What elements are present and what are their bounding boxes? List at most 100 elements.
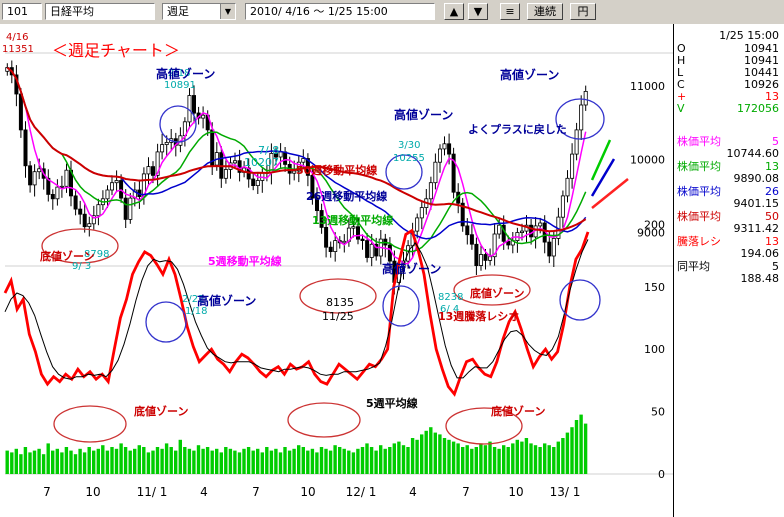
candle-body <box>551 237 556 257</box>
volume-bar <box>251 450 255 474</box>
volume-bar <box>374 450 378 474</box>
volume-bar <box>101 445 105 474</box>
volume-bar <box>123 447 128 474</box>
candle-body <box>32 171 37 186</box>
note-feb-value: 10891 <box>164 80 196 91</box>
candle-body <box>574 129 579 155</box>
candle-body <box>369 243 374 258</box>
volume-bar <box>60 452 64 474</box>
yen-button[interactable]: 円 <box>570 3 596 20</box>
high-zone-label-5: 高値ゾーン <box>382 261 441 276</box>
volume-bar <box>41 454 46 474</box>
info-ohlc-5-label: V <box>677 102 685 115</box>
candle-body <box>474 243 479 267</box>
candle-body <box>278 151 283 158</box>
note-mar-value: 10255 <box>393 153 425 164</box>
volume-bar <box>242 448 246 474</box>
candle-body <box>87 223 92 227</box>
volume-bar <box>579 414 583 474</box>
volume-bar <box>351 452 356 474</box>
volume-bar <box>379 445 383 474</box>
ma5-label: 5週移動平均線 <box>208 254 282 268</box>
volume-bar <box>401 445 406 474</box>
candle-body <box>64 169 69 187</box>
symbol-name-field[interactable]: 日経平均 <box>45 3 155 20</box>
candle-body <box>583 91 588 106</box>
info-indicator-5-label: 同平均 <box>677 260 710 273</box>
volume-bar <box>529 443 533 474</box>
candle-body <box>360 238 365 242</box>
x-tick-label: 11/ 1 <box>137 485 168 499</box>
note-mar-date: 3/30 <box>398 140 420 151</box>
volume-bar <box>406 447 410 474</box>
ratio-tick-label: 50 <box>651 406 665 419</box>
candle-body <box>164 142 169 146</box>
volume-bar <box>187 448 192 474</box>
ma13-label: 13週移動平均線 <box>312 213 393 227</box>
volume-bar <box>228 448 233 474</box>
scroll-up-button[interactable]: ▲ <box>444 3 464 20</box>
volume-bar <box>28 452 32 474</box>
info-indicator-value-1: 9890.08 <box>677 173 783 185</box>
volume-bar <box>269 450 274 474</box>
volume-bar <box>328 450 333 474</box>
scroll-down-button[interactable]: ▼ <box>468 3 488 20</box>
info-indicator-value-2-value: 9401.15 <box>733 197 780 210</box>
volume-bar <box>461 447 465 474</box>
candle-body <box>191 95 196 114</box>
volume-bar <box>420 434 424 474</box>
volume-bar <box>360 447 365 474</box>
volume-bar <box>552 447 556 474</box>
volume-bar <box>369 447 374 474</box>
volume-bar <box>155 447 160 474</box>
volume-bar <box>502 445 506 474</box>
volume-bar <box>160 448 164 474</box>
chart-title: ＜週足チャート＞ <box>52 41 180 60</box>
volume-bar <box>470 448 474 474</box>
candle-body <box>301 158 306 163</box>
volume-bar <box>297 445 301 474</box>
info-indicator-value-3-value: 9311.42 <box>733 222 780 235</box>
note-jun-value: 8238 <box>438 292 463 303</box>
volume-bar <box>19 454 23 474</box>
ratio-tick-label: 0 <box>658 468 665 481</box>
continuous-button[interactable]: 連続 <box>527 3 563 20</box>
volume-bar <box>333 445 337 474</box>
volume-bar <box>574 420 579 474</box>
info-indicator-value-1-value: 9890.08 <box>733 172 780 185</box>
symbol-code-field[interactable]: 101 <box>2 3 42 20</box>
volume-bar <box>46 443 50 474</box>
candle-body <box>437 148 442 163</box>
volume-bar <box>306 450 310 474</box>
info-indicator-1-label: 株価平均 <box>677 160 721 173</box>
note-start-value: 11351 <box>2 44 34 55</box>
chart-area: 90001000011000050100150200 7 10 11/ 1 4 7 10 1… <box>0 24 673 517</box>
volume-bar <box>488 441 492 474</box>
note-nov-date: 11/25 <box>322 310 354 323</box>
volume-bar <box>10 452 14 474</box>
candle-body <box>520 230 525 234</box>
info-indicator-value-5-value: 188.48 <box>740 272 780 285</box>
volume-bar <box>128 450 132 474</box>
chevron-down-icon[interactable]: ▼ <box>220 4 235 19</box>
candle-body <box>255 180 260 186</box>
volume-bar <box>256 448 260 474</box>
candle-body <box>114 180 119 184</box>
volume-bar <box>164 443 169 474</box>
volume-bar <box>87 447 91 474</box>
volume-bar <box>278 452 283 474</box>
info-indicator-0-label: 株価平均 <box>677 135 721 148</box>
candle-body <box>465 225 470 236</box>
ratio-tick-label: 150 <box>644 281 665 294</box>
volume-bar <box>319 447 324 474</box>
low-zone-label-4: 底値ゾーン <box>491 404 545 418</box>
volume-bar <box>110 447 114 474</box>
price-tick-label: 10000 <box>630 153 665 166</box>
info-indicator-4-label: 騰落レシ <box>677 235 721 248</box>
volume-bar <box>51 450 55 474</box>
menu-button[interactable]: ≡ <box>500 3 520 20</box>
volume-bar <box>547 445 551 474</box>
period-select[interactable]: 週足 ▼ <box>162 3 236 20</box>
toolbar: 101 日経平均 週足 ▼ 2010/ 4/16 〜 1/25 15:00 ▲ … <box>0 0 784 25</box>
volume-bar <box>429 427 433 474</box>
